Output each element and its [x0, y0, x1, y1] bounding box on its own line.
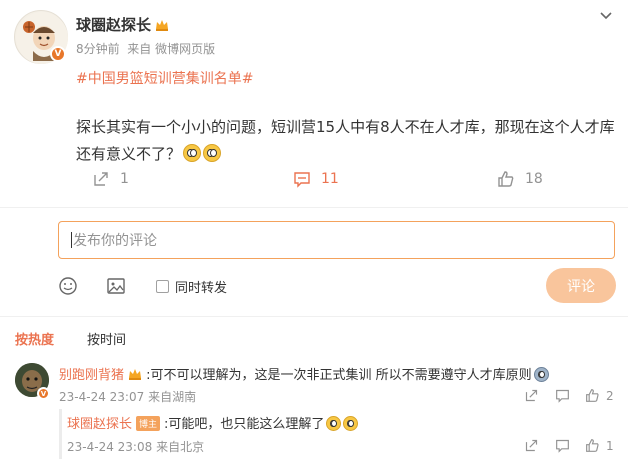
- comment-icon[interactable]: [555, 388, 570, 403]
- topic-link[interactable]: #中国男篮短训营集训名单#: [76, 68, 253, 88]
- author-badge: 博主: [136, 416, 161, 431]
- post-source: 来自 微博网页版: [127, 42, 216, 56]
- repost-checkbox[interactable]: [156, 280, 169, 293]
- reply-indent-bar: [59, 409, 62, 459]
- comment-item: 别跑刚背猪 :可不可以理解为，这是一次非正式集训 所以不需要遵守人才库原则: [59, 364, 619, 383]
- post-author-name[interactable]: 球圈赵探长: [76, 16, 151, 34]
- image-icon[interactable]: [106, 276, 126, 296]
- comment-button[interactable]: 11: [293, 170, 339, 188]
- like-icon: [586, 389, 599, 402]
- post-body: 探长其实有一个小小的问题，短训营15人中有8人不在人才库，那现在这个人才库还有意…: [76, 114, 621, 168]
- post-text: 探长其实有一个小小的问题，短训营15人中有8人不在人才库，那现在这个人才库还有意…: [76, 118, 615, 163]
- divider: [0, 316, 628, 317]
- comment-text: :可不可以理解为，这是一次非正式集训 所以不需要遵守人才库原则: [146, 368, 532, 383]
- text-caret: [71, 232, 72, 248]
- comment-placeholder: 发布你的评论: [73, 233, 157, 249]
- reply-like-button[interactable]: 1: [585, 438, 614, 453]
- comment-author[interactable]: 别跑刚背猪: [59, 368, 124, 383]
- comment-count: 11: [321, 171, 339, 187]
- like-icon: [586, 439, 599, 452]
- reply-item: 球圈赵探长 博主:可能吧，也只能这么理解了: [67, 413, 359, 432]
- reply-text: :可能吧，也只能这么理解了: [164, 417, 325, 432]
- post-meta: 8分钟前 来自 微博网页版: [76, 40, 215, 57]
- comment-meta: 23-4-24 23:07 来自湖南: [59, 388, 196, 405]
- sort-by-hot-tab[interactable]: 按热度: [15, 329, 54, 348]
- comment-like-count: 2: [606, 388, 614, 403]
- repost-checkbox-label: 同时转发: [175, 281, 228, 296]
- divider: [0, 207, 628, 208]
- verified-badge: V: [50, 46, 66, 62]
- shocked-emoji-icon: [203, 144, 222, 162]
- submit-comment-button[interactable]: 评论: [546, 268, 616, 303]
- repost-icon[interactable]: [524, 438, 539, 453]
- comment-input[interactable]: 发布你的评论: [58, 221, 615, 259]
- repost-checkbox-wrap[interactable]: 同时转发: [156, 277, 227, 296]
- repost-icon[interactable]: [524, 388, 539, 403]
- comment-location: 来自湖南: [148, 390, 197, 404]
- crown-icon: [156, 20, 169, 31]
- emoji-icon: [326, 416, 342, 431]
- like-icon: [498, 171, 514, 187]
- reply-author[interactable]: 球圈赵探长: [67, 417, 132, 432]
- comment-icon[interactable]: [555, 438, 570, 453]
- reply-location: 来自北京: [156, 440, 205, 454]
- repost-button[interactable]: 1: [92, 170, 129, 188]
- like-button[interactable]: 18: [497, 170, 543, 188]
- chevron-down-icon[interactable]: [598, 8, 614, 24]
- post-time[interactable]: 8分钟前: [76, 42, 120, 56]
- sort-by-time-tab[interactable]: 按时间: [87, 329, 126, 348]
- reply-time: 23-4-24 23:08: [67, 440, 153, 454]
- repost-icon: [94, 172, 108, 186]
- reply-like-count: 1: [606, 438, 614, 453]
- comment-icon: [294, 172, 310, 188]
- reply-meta: 23-4-24 23:08 来自北京: [67, 438, 204, 455]
- post-author[interactable]: 球圈赵探长: [76, 14, 169, 35]
- like-count: 18: [525, 171, 543, 187]
- emoji-picker-icon[interactable]: [58, 276, 78, 296]
- comment-like-button[interactable]: 2: [585, 388, 614, 403]
- comment-time: 23-4-24 23:07: [59, 390, 145, 404]
- crown-icon: [129, 369, 142, 380]
- emoji-icon: [533, 367, 549, 382]
- verified-badge: V: [37, 387, 50, 400]
- repost-count: 1: [120, 171, 129, 187]
- shocked-emoji-icon: [183, 144, 202, 162]
- emoji-icon: [343, 416, 359, 431]
